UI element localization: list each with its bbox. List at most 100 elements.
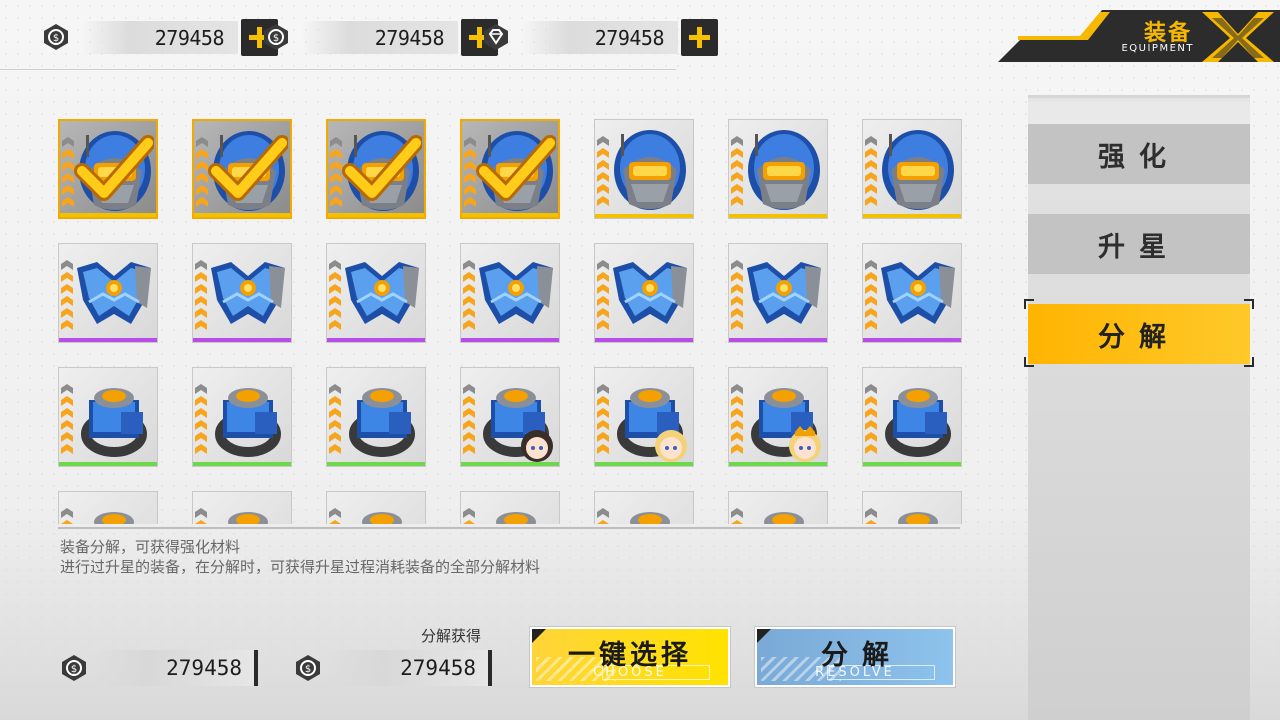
svg-text:$: $ xyxy=(53,33,59,44)
add-currency-button[interactable] xyxy=(681,19,718,56)
equipment-slot-armor[interactable] xyxy=(728,243,828,343)
equipment-slot-helmet[interactable] xyxy=(460,119,560,219)
currency-coin-1: $ 279458 xyxy=(42,19,278,56)
star-chevron-icon xyxy=(597,444,609,454)
equipment-slot-armor[interactable] xyxy=(192,243,292,343)
resolve-button[interactable]: 分解 RESOLVE xyxy=(755,627,955,687)
equipment-slot-ring[interactable] xyxy=(862,367,962,467)
star-rank xyxy=(731,384,745,462)
star-chevron-icon xyxy=(731,420,743,430)
star-chevron-icon xyxy=(329,420,341,430)
currency-diamond: 279458 xyxy=(482,19,718,56)
star-chevron-icon xyxy=(330,161,342,171)
equipment-slot-ring[interactable] xyxy=(192,367,292,467)
currency-coin-2: $ 279458 xyxy=(262,19,498,56)
star-chevron-icon xyxy=(731,432,743,442)
star-chevron-icon xyxy=(597,320,609,330)
star-rank xyxy=(597,508,611,524)
star-chevron-icon xyxy=(731,296,743,306)
rarity-bar xyxy=(59,462,157,466)
rarity-bar xyxy=(462,213,558,217)
star-chevron-icon xyxy=(195,284,207,294)
star-chevron-icon xyxy=(463,260,475,270)
star-chevron-icon xyxy=(195,308,207,318)
armor-icon xyxy=(613,262,687,324)
equipment-slot-ring[interactable] xyxy=(594,491,694,524)
equipment-slot-armor[interactable] xyxy=(460,243,560,343)
star-rank xyxy=(329,260,343,338)
star-chevron-icon xyxy=(463,432,475,442)
star-chevron-icon xyxy=(731,384,743,394)
equipment-slot-ring[interactable] xyxy=(460,491,560,524)
equipment-slot-ring[interactable] xyxy=(728,491,828,524)
equipment-slot-armor[interactable] xyxy=(58,243,158,343)
star-chevron-icon xyxy=(62,197,74,207)
star-rank xyxy=(463,508,477,524)
star-chevron-icon xyxy=(463,284,475,294)
star-chevron-icon xyxy=(731,320,743,330)
star-chevron-icon xyxy=(61,508,73,518)
equipment-slot-helmet[interactable] xyxy=(862,119,962,219)
yield-item-2: $ 279458 xyxy=(294,650,494,686)
tab-star-up[interactable]: 升星 xyxy=(1028,214,1250,274)
equipment-slot-ring[interactable] xyxy=(58,491,158,524)
star-rank xyxy=(61,260,75,338)
rarity-bar xyxy=(595,462,693,466)
star-chevron-icon xyxy=(463,520,475,524)
star-chevron-icon xyxy=(329,384,341,394)
star-chevron-icon xyxy=(61,396,73,406)
tab-enhance[interactable]: 强化 xyxy=(1028,124,1250,184)
tab-resolve[interactable]: 分解 xyxy=(1028,304,1250,364)
header-badge-shape xyxy=(998,10,1280,62)
equipment-slot-helmet[interactable] xyxy=(594,119,694,219)
equipment-slot-ring[interactable] xyxy=(326,491,426,524)
star-chevron-icon xyxy=(61,408,73,418)
star-chevron-icon xyxy=(463,408,475,418)
equipment-slot-ring[interactable] xyxy=(58,367,158,467)
checkmark-icon xyxy=(342,135,422,201)
star-chevron-icon xyxy=(329,320,341,330)
star-chevron-icon xyxy=(865,160,877,170)
equipment-slot-armor[interactable] xyxy=(326,243,426,343)
star-chevron-icon xyxy=(597,396,609,406)
star-chevron-icon xyxy=(195,396,207,406)
star-chevron-icon xyxy=(463,308,475,318)
star-chevron-icon xyxy=(329,432,341,442)
equipment-slot-ring[interactable] xyxy=(728,367,828,467)
star-chevron-icon xyxy=(597,432,609,442)
star-chevron-icon xyxy=(464,161,476,171)
helmet-icon xyxy=(882,130,954,210)
helmet-icon xyxy=(614,130,686,210)
equipment-slot-ring[interactable] xyxy=(594,367,694,467)
equipment-slot-ring[interactable] xyxy=(862,491,962,524)
star-chevron-icon xyxy=(329,444,341,454)
star-chevron-icon xyxy=(865,260,877,270)
star-chevron-icon xyxy=(62,137,74,147)
equipment-slot-helmet[interactable] xyxy=(728,119,828,219)
equipment-slot-armor[interactable] xyxy=(594,243,694,343)
rarity-bar xyxy=(863,338,961,342)
star-chevron-icon xyxy=(865,308,877,318)
equipment-slot-helmet[interactable] xyxy=(326,119,426,219)
equipment-slot-helmet[interactable] xyxy=(58,119,158,219)
ring-icon xyxy=(630,512,670,524)
star-rank xyxy=(61,384,75,462)
star-chevron-icon xyxy=(61,260,73,270)
star-chevron-icon xyxy=(195,420,207,430)
star-chevron-icon xyxy=(731,408,743,418)
star-chevron-icon xyxy=(865,320,877,330)
star-chevron-icon xyxy=(463,420,475,430)
star-chevron-icon xyxy=(61,272,73,282)
star-chevron-icon xyxy=(195,520,207,524)
equipment-slot-helmet[interactable] xyxy=(192,119,292,219)
star-chevron-icon xyxy=(865,172,877,182)
equipment-slot-armor[interactable] xyxy=(862,243,962,343)
choose-all-button[interactable]: 一键选择 CHOOSE xyxy=(530,627,730,687)
equipment-slot-ring[interactable] xyxy=(192,491,292,524)
star-chevron-icon xyxy=(597,508,609,518)
equipment-slot-ring[interactable] xyxy=(460,367,560,467)
tab-enhance-label: 强化 xyxy=(1098,141,1180,173)
checkmark-icon xyxy=(476,135,556,201)
ring-icon xyxy=(215,388,281,457)
equipment-slot-ring[interactable] xyxy=(326,367,426,467)
